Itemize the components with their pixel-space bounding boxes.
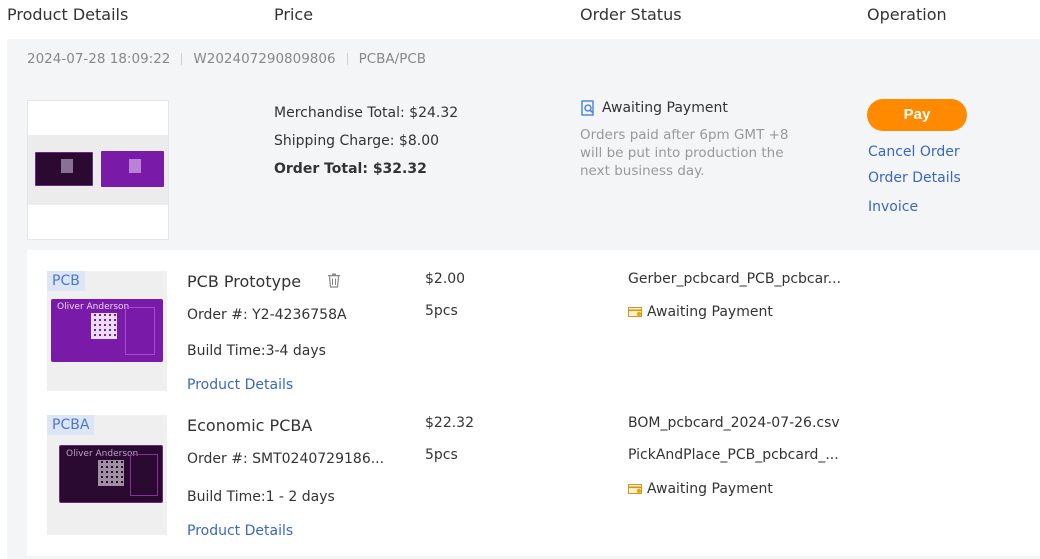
status-text: Awaiting Payment [602, 100, 728, 116]
qr-code [91, 313, 117, 339]
item-status-text: Awaiting Payment [647, 481, 773, 497]
item-price: $22.32 [425, 415, 474, 431]
item-price: $2.00 [425, 271, 466, 287]
build-time: Build Time:3-4 days [187, 343, 326, 359]
item-status: Awaiting Payment [628, 481, 773, 497]
payment-card-icon [628, 306, 643, 318]
order-category: PCBA/PCB [358, 51, 427, 67]
invoice-link[interactable]: Invoice [868, 199, 967, 215]
thumb-left-bg [28, 135, 97, 205]
order-date: 2024-07-28 18:09:22 [27, 51, 171, 67]
bom-file[interactable]: BOM_pcbcard_2024-07-26.csv [628, 415, 840, 431]
cancel-order-link[interactable]: Cancel Order [868, 144, 967, 160]
merchandise-total: Merchandise Total: $24.32 [274, 105, 459, 121]
board-name: Oliver Anderson [57, 302, 130, 312]
order-total: Order Total: $32.32 [274, 161, 427, 177]
qr-code [98, 460, 124, 486]
product-title: PCB Prototype [187, 272, 302, 291]
payment-card-icon [628, 483, 643, 495]
list-item: Oliver Anderson PCB PCB Prototype Order … [27, 250, 1040, 400]
pay-button[interactable]: Pay [867, 99, 967, 131]
product-details-link[interactable]: Product Details [187, 377, 293, 393]
divider [181, 53, 183, 65]
board-outline [125, 307, 155, 355]
product-type-tag: PCB [47, 271, 85, 291]
item-quantity: 5pcs [425, 303, 458, 319]
item-status-text: Awaiting Payment [647, 304, 773, 320]
item-order-number: Order #: Y2-4236758A [187, 307, 347, 323]
board-outline [130, 454, 158, 496]
order-card: 2024-07-28 18:09:22 W202407290809806 PCB… [7, 39, 1040, 559]
order-details-link[interactable]: Order Details [868, 170, 967, 186]
product-details-link[interactable]: Product Details [187, 523, 293, 539]
order-meta: 2024-07-28 18:09:22 W202407290809806 PCB… [27, 51, 426, 67]
trash-icon[interactable] [327, 273, 341, 292]
product-title: Economic PCBA [187, 416, 313, 435]
item-quantity: 5pcs [425, 447, 458, 463]
board-name: Oliver Anderson [66, 449, 139, 459]
header-price: Price [274, 5, 314, 24]
mini-qr [129, 159, 141, 173]
mini-qr [61, 159, 73, 173]
gerber-file[interactable]: Gerber_pcbcard_PCB_pcbcar... [628, 271, 841, 287]
order-status: Awaiting Payment Orders paid after 6pm G… [580, 100, 794, 180]
table-header: Product Details Price Order Status Opera… [0, 0, 1040, 38]
product-type-tag: PCBA [47, 415, 95, 435]
production-note: Orders paid after 6pm GMT +8 will be put… [580, 127, 789, 179]
operations: Pay Cancel Order Order Details Invoice [867, 99, 967, 215]
shipping-charge: Shipping Charge: $8.00 [274, 133, 440, 149]
order-items: Oliver Anderson PCB PCB Prototype Order … [27, 250, 1040, 556]
status-row: Awaiting Payment [580, 100, 794, 116]
list-item: Oliver Anderson PCBA Economic PCBA Order… [27, 394, 1040, 554]
header-order-status: Order Status [580, 5, 682, 24]
item-status: Awaiting Payment [628, 304, 773, 320]
thumbnail-strip [28, 135, 168, 205]
divider [346, 53, 348, 65]
search-document-icon [580, 100, 596, 116]
mini-board-dark [35, 152, 93, 186]
pick-and-place-file[interactable]: PickAndPlace_PCB_pcbcard_... [628, 447, 839, 463]
item-order-number: Order #: SMT0240729186... [187, 451, 385, 467]
price-summary: Merchandise Total: $24.32 Shipping Charg… [274, 99, 458, 183]
pcb-board-image: Oliver Anderson [51, 299, 163, 362]
build-time: Build Time:1 - 2 days [187, 489, 335, 505]
pcba-board-image: Oliver Anderson [59, 445, 163, 503]
order-thumbnail[interactable] [27, 100, 169, 240]
header-product-details: Product Details [7, 5, 129, 24]
mini-board-purple [101, 151, 164, 187]
header-operation: Operation [867, 5, 947, 24]
order-number: W202407290809806 [193, 51, 336, 67]
thumb-right-bg [99, 135, 168, 205]
